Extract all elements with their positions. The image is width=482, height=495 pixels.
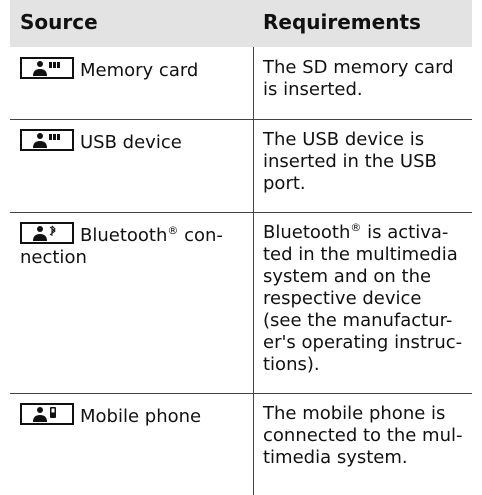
requirement-line: inserted in the USB	[263, 151, 437, 172]
source-label: Mobile phone	[80, 406, 202, 427]
source-label: Bluetooth® con-	[80, 224, 223, 246]
source-label: Memory card	[80, 60, 199, 81]
requirement-cell: The mobile phone is connected to the mul…	[263, 403, 463, 469]
source-cell: USB device	[20, 129, 245, 154]
media-user-usb-icon	[20, 129, 74, 151]
requirement-line: tions).	[263, 354, 320, 375]
source-cell: Memory card	[20, 57, 245, 82]
requirement-line: respective device	[263, 288, 422, 309]
requirement-line: is inserted.	[263, 79, 363, 100]
requirement-line: port.	[263, 173, 306, 194]
requirement-line: timedia system.	[263, 447, 408, 468]
requirement-line: er's operating instruc-	[263, 332, 463, 353]
table-header: Source Requirements	[10, 0, 472, 47]
table-row: Bluetooth® con- nection Bluetooth® is ac…	[10, 212, 472, 394]
requirement-line: The SD memory card	[263, 57, 454, 78]
table-row: USB device The USB device is inserted in…	[10, 119, 472, 213]
requirement-cell: The USB device is inserted in the USB po…	[263, 129, 463, 195]
requirement-line: Bluetooth® is activa-	[263, 221, 449, 243]
header-requirements: Requirements	[263, 10, 421, 34]
requirement-line: connected to the mul-	[263, 425, 463, 446]
requirement-cell: Bluetooth® is activa- ted in the multime…	[263, 222, 463, 376]
media-user-phone-icon	[20, 403, 74, 425]
table-row: Mobile phone The mobile phone is connect…	[10, 393, 472, 495]
source-cell: Bluetooth® con- nection	[20, 222, 245, 269]
requirement-line: (see the manufactur-	[263, 310, 453, 331]
requirement-cell: The SD memory card is inserted.	[263, 57, 463, 101]
header-source: Source	[20, 10, 98, 34]
table-row: Memory card The SD memory card is insert…	[10, 47, 472, 120]
requirement-line: The mobile phone is	[263, 403, 446, 424]
media-user-card-icon	[20, 57, 74, 79]
source-cell: Mobile phone	[20, 403, 245, 428]
requirement-line: The USB device is	[263, 129, 425, 150]
requirement-line: system and on the	[263, 266, 432, 287]
source-label: USB device	[80, 132, 182, 153]
source-label-cont: nection	[20, 247, 87, 268]
media-user-bluetooth-icon	[20, 222, 74, 244]
requirement-line: ted in the multimedia	[263, 244, 458, 265]
